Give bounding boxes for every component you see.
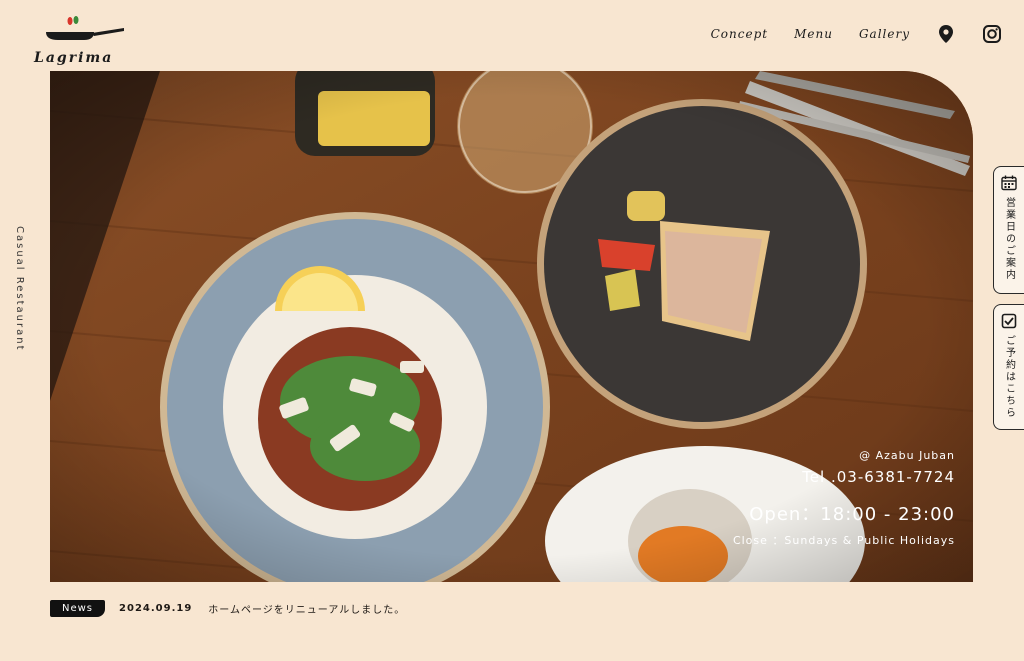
logo[interactable]: Lagrima <box>30 10 130 70</box>
logo-dots-icon <box>67 16 79 25</box>
news-item-link[interactable]: ホームページをリニューアルしました。 <box>208 601 405 616</box>
news-bar: News 2024.09.19 ホームページをリニューアルしました。 <box>50 600 405 617</box>
opening-hours: Open：18:00 - 23:00 <box>749 504 955 525</box>
calendar-icon <box>1001 175 1017 191</box>
tagline-vertical: Casual Restaurant <box>14 226 25 352</box>
nav-menu[interactable]: Menu <box>794 27 833 41</box>
reservation-tab[interactable]: ご予約はこちら <box>993 304 1024 430</box>
main-nav: Concept Menu Gallery <box>711 24 1002 44</box>
map-pin-icon[interactable] <box>936 24 956 44</box>
closing-days: Close ：Sundays & Public Holidays <box>732 534 955 547</box>
business-days-label: 営業日のご案内 <box>1003 197 1015 281</box>
nav-concept[interactable]: Concept <box>711 27 768 41</box>
news-badge: News <box>50 600 106 617</box>
hero-info: @ Azabu Juban Tel .03-6381-7724 Open：18:… <box>733 449 955 548</box>
location-text: @ Azabu Juban <box>859 449 955 462</box>
tel-link[interactable]: Tel .03-6381-7724 <box>733 468 955 486</box>
business-days-tab[interactable]: 営業日のご案内 <box>993 166 1024 294</box>
frying-pan-icon <box>46 28 124 40</box>
hero-image: @ Azabu Juban Tel .03-6381-7724 Open：18:… <box>50 71 973 582</box>
instagram-icon[interactable] <box>982 24 1002 44</box>
nav-gallery[interactable]: Gallery <box>859 27 910 41</box>
news-date: 2024.09.19 <box>119 603 193 614</box>
reservation-label: ご予約はこちら <box>1003 335 1015 419</box>
checkbox-icon <box>1001 313 1017 329</box>
logo-wordmark: Lagrima <box>34 50 114 66</box>
